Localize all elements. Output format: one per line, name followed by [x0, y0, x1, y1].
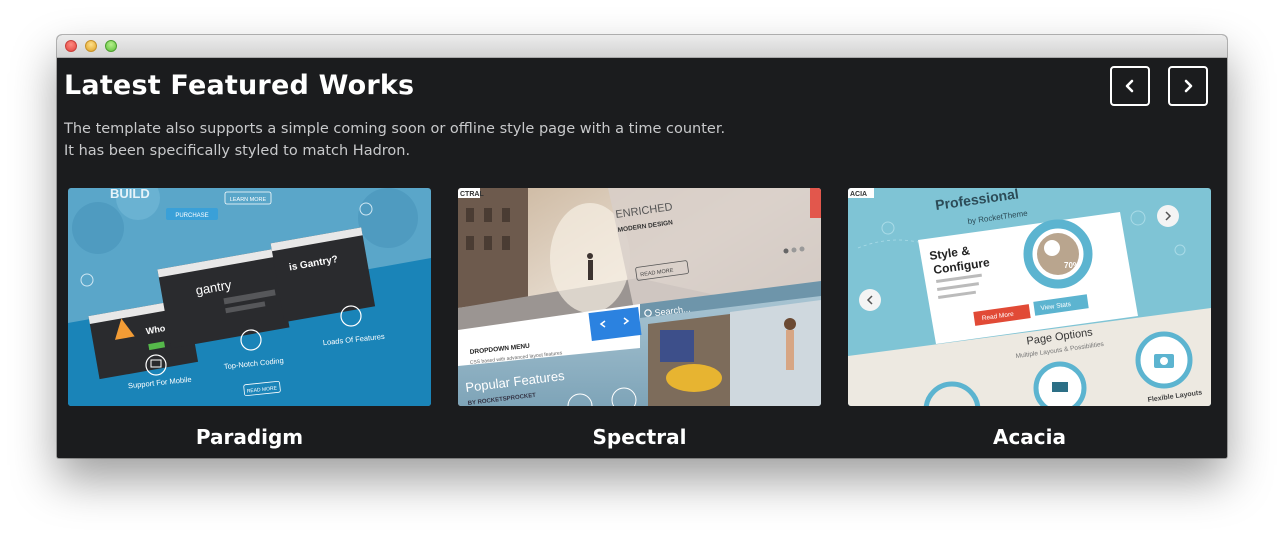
paradigm-thumbnail[interactable]: BUILD PURCHASE LEARN MORE gantry is Gant…	[68, 188, 431, 406]
acacia-preview-percent: 70%	[1064, 261, 1080, 270]
zoom-window-button[interactable]	[105, 40, 117, 52]
work-title-paradigm[interactable]: Paradigm	[68, 425, 431, 449]
section-title: Latest Featured Works	[64, 70, 415, 101]
work-card-paradigm: BUILD PURCHASE LEARN MORE gantry is Gant…	[68, 188, 431, 449]
browser-window: Latest Featured Works The template also …	[57, 35, 1227, 458]
work-title-spectral[interactable]: Spectral	[458, 425, 821, 449]
acacia-preview-ribbon: ACIA	[850, 191, 867, 198]
description-line-1: The template also supports a simple comi…	[64, 121, 726, 137]
next-button[interactable]	[1168, 66, 1208, 106]
paradigm-preview-heading: BUILD	[110, 188, 150, 201]
previous-button[interactable]	[1110, 66, 1150, 106]
close-window-button[interactable]	[65, 40, 77, 52]
title-bar	[57, 35, 1227, 58]
chevron-right-icon	[1184, 79, 1193, 93]
spectral-thumbnail[interactable]: CTRAL ENRICHED MODERN DESIGN READ MORE S…	[458, 188, 821, 406]
acacia-thumbnail[interactable]: ACIA Professional by RocketTheme Style &…	[848, 188, 1211, 406]
spectral-preview-ribbon: CTRAL	[460, 191, 484, 198]
paradigm-preview-learn-more: LEARN MORE	[230, 197, 267, 203]
section-description: The template also supports a simple comi…	[64, 118, 725, 162]
work-card-spectral: CTRAL ENRICHED MODERN DESIGN READ MORE S…	[458, 188, 821, 449]
featured-works-section: Latest Featured Works The template also …	[57, 58, 1227, 458]
chevron-left-icon	[1125, 79, 1134, 93]
work-title-acacia[interactable]: Acacia	[848, 425, 1211, 449]
minimize-window-button[interactable]	[85, 40, 97, 52]
description-line-2: It has been specifically styled to match…	[64, 143, 411, 159]
paradigm-preview-purchase: PURCHASE	[175, 213, 208, 219]
work-card-acacia: ACIA Professional by RocketTheme Style &…	[848, 188, 1211, 449]
